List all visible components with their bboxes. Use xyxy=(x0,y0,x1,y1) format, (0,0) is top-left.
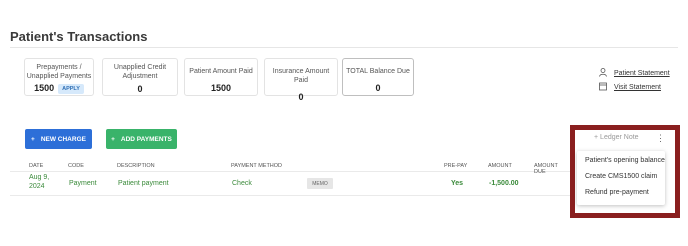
insurance-amount-paid-value: 0 xyxy=(298,92,304,102)
new-charge-button[interactable]: + NEW CHARGE xyxy=(25,129,92,149)
statement-links: Patient Statement Visit Statement xyxy=(599,66,670,94)
unapplied-credit-label-line1: Unapplied Credit xyxy=(113,64,167,71)
row-payment-method: Check xyxy=(232,180,252,187)
plus-icon: + xyxy=(111,135,115,143)
prepayments-value: 1500 xyxy=(34,83,55,93)
visit-statement-link[interactable]: Visit Statement xyxy=(599,80,670,94)
options-menu: Patient's opening balance Create CMS1500… xyxy=(577,151,665,205)
patient-statement-link[interactable]: Patient Statement xyxy=(599,66,670,80)
add-payments-label: ADD PAYMENTS xyxy=(120,135,172,143)
insurance-amount-paid-label: Insurance Amount Paid xyxy=(272,68,330,84)
row-date-line1: Aug 9, xyxy=(29,174,50,181)
apply-button[interactable]: APPLY xyxy=(58,83,84,94)
menu-item-refund-prepayment[interactable]: Refund pre-payment xyxy=(585,189,649,196)
menu-item-opening-balance[interactable]: Patient's opening balance xyxy=(585,157,665,164)
memo-button[interactable]: MEMO xyxy=(307,178,333,189)
table-row[interactable]: Aug 9, 2024 Payment Patient payment Chec… xyxy=(10,172,570,196)
new-charge-label: NEW CHARGE xyxy=(40,135,86,143)
row-description: Patient payment xyxy=(118,180,169,187)
add-payments-button[interactable]: + ADD PAYMENTS xyxy=(106,129,177,149)
plus-icon: + xyxy=(31,135,35,143)
unapplied-credit-card: Unapplied Credit Adjustment 0 xyxy=(102,58,178,96)
total-balance-due-card: TOTAL Balance Due 0 xyxy=(342,58,414,96)
prepayments-card: Prepayments / Unapplied Payments 1500 APP… xyxy=(24,58,94,96)
row-code: Payment xyxy=(69,180,97,187)
col-code: CODE xyxy=(68,163,84,169)
visit-statement-label[interactable]: Visit Statement xyxy=(614,84,661,91)
page-title: Patient's Transactions xyxy=(10,29,148,44)
patient-amount-paid-card: Patient Amount Paid 1500 xyxy=(184,58,258,96)
unapplied-credit-value: 0 xyxy=(137,84,143,94)
prepayments-label-line2: Unapplied Payments xyxy=(26,73,92,80)
patient-amount-paid-value: 1500 xyxy=(210,83,232,93)
patient-statement-label[interactable]: Patient Statement xyxy=(614,70,670,77)
total-balance-due-label: TOTAL Balance Due xyxy=(346,68,410,75)
prepayments-label-line1: Prepayments / xyxy=(36,64,82,71)
col-amount: AMOUNT xyxy=(488,163,512,169)
table-header: DATE CODE DESCRIPTION PAYMENT METHOD PRE… xyxy=(10,160,570,175)
row-pre-pay: Yes xyxy=(451,180,464,187)
row-date-line2: 2024 xyxy=(29,183,45,190)
unapplied-credit-label-line2: Adjustment xyxy=(122,73,158,80)
col-pre-pay: PRE-PAY xyxy=(444,163,468,169)
col-payment-method: PAYMENT METHOD xyxy=(231,163,283,169)
user-icon xyxy=(599,67,609,79)
insurance-amount-paid-card: Insurance Amount Paid 0 xyxy=(264,58,338,102)
patient-amount-paid-label: Patient Amount Paid xyxy=(189,68,253,75)
row-amount: -1,500.00 xyxy=(489,180,519,187)
col-description: DESCRIPTION xyxy=(117,163,155,169)
col-date: DATE xyxy=(29,163,44,169)
menu-item-create-claim[interactable]: Create CMS1500 claim xyxy=(585,173,657,180)
calendar-icon xyxy=(599,82,609,93)
total-balance-due-value: 0 xyxy=(375,83,381,93)
